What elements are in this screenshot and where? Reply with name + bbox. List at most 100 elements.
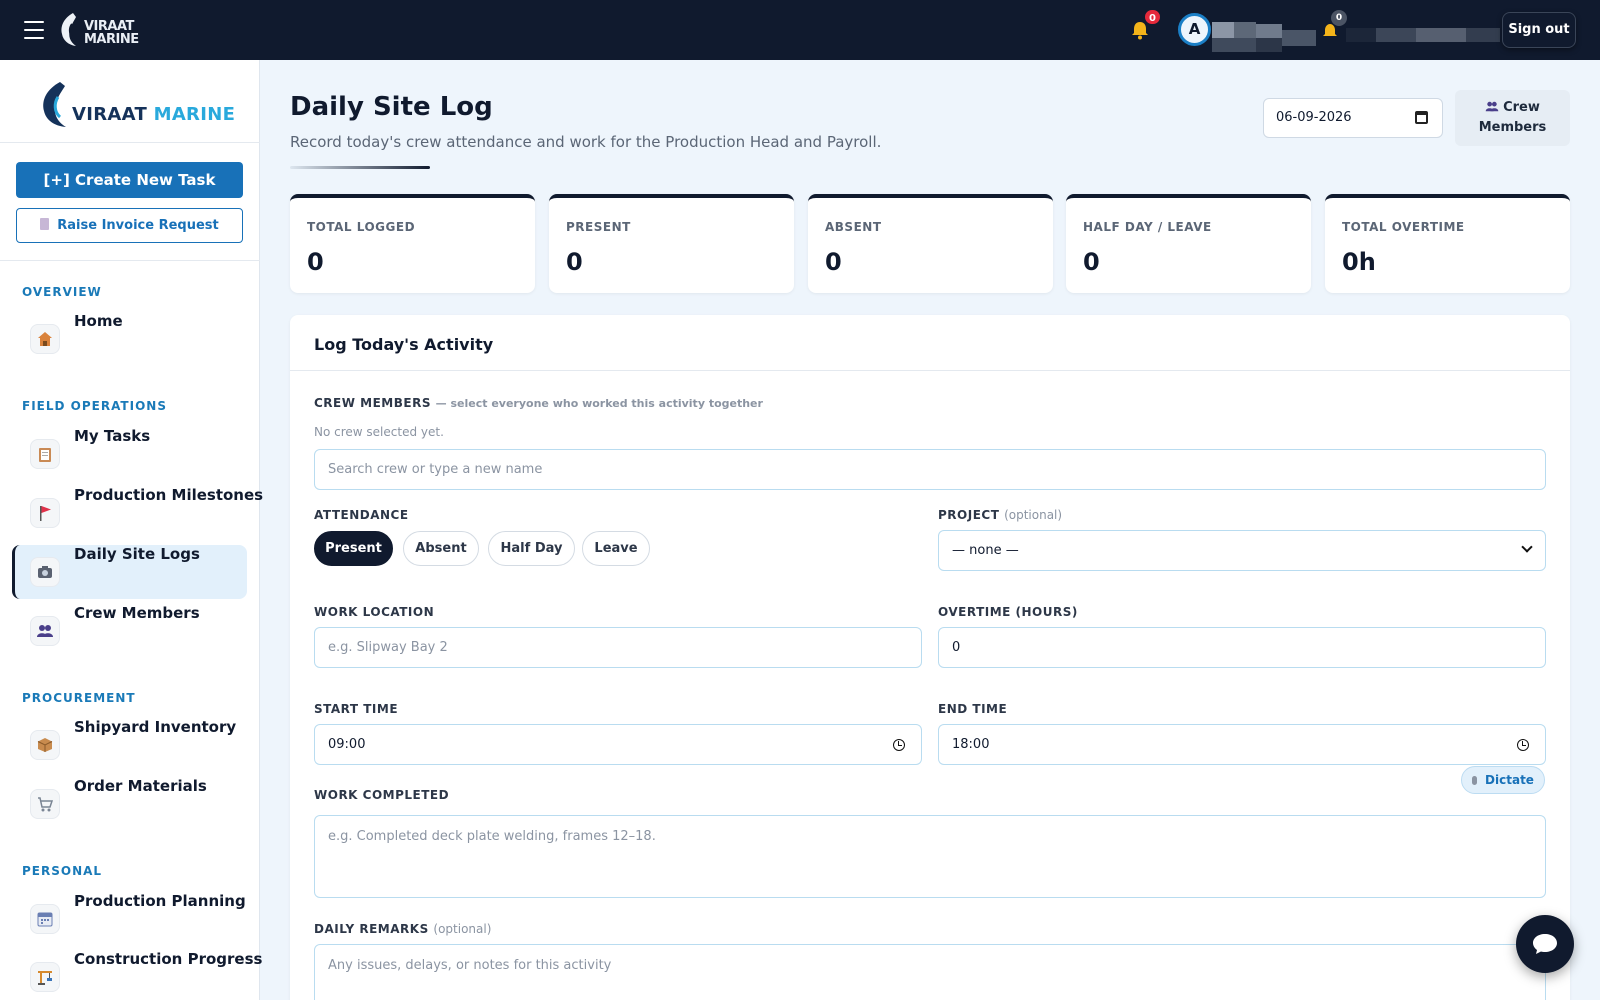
daily-remarks-textarea[interactable]: Any issues, delays, or notes for this ac… — [314, 944, 1546, 1000]
project-label: PROJECT (optional) — [938, 508, 1062, 522]
stat-value: 0h — [1342, 248, 1376, 276]
calendar-icon[interactable] — [1415, 111, 1428, 124]
crane-icon — [30, 962, 60, 992]
title-underline — [290, 166, 430, 169]
end-time-input[interactable]: 18:00 — [938, 724, 1546, 765]
sidebar-item-shipyard-inventory[interactable]: Shipyard Inventory — [12, 718, 247, 772]
crew-empty-message: No crew selected yet. — [314, 425, 444, 439]
sidebar-item-label: Crew Members — [74, 604, 200, 622]
end-time-label: END TIME — [938, 702, 1008, 716]
hamburger-menu-icon[interactable] — [24, 21, 44, 39]
dictate-button[interactable]: Dictate — [1461, 766, 1545, 794]
project-optional-text: (optional) — [1004, 508, 1063, 522]
people-icon — [30, 616, 60, 646]
work-completed-textarea[interactable]: e.g. Completed deck plate welding, frame… — [314, 815, 1546, 898]
sidebar-item-label: Shipyard Inventory — [74, 718, 237, 736]
sidebar-item-label: Home — [74, 312, 123, 330]
create-new-task-button[interactable]: [+] Create New Task — [16, 162, 243, 198]
clock-icon[interactable] — [893, 739, 905, 751]
logo-drop-icon — [43, 82, 66, 127]
dictate-label: Dictate — [1485, 773, 1534, 787]
divider — [0, 142, 260, 143]
divider — [0, 260, 260, 261]
brand-line-2: MARINE — [84, 32, 139, 47]
attendance-label: ATTENDANCE — [314, 508, 409, 522]
sidebar-item-construction-progress[interactable]: Construction Progress — [12, 950, 262, 1000]
sidebar-item-home[interactable]: Home — [12, 312, 247, 366]
chat-bubble-icon — [1533, 934, 1557, 954]
section-label-personal: PERSONAL — [22, 864, 103, 878]
sidebar-item-crew-members[interactable]: Crew Members — [12, 604, 247, 658]
chat-button[interactable] — [1516, 915, 1574, 973]
sidebar-item-label: My Tasks — [74, 427, 151, 445]
start-time-input[interactable]: 09:00 — [314, 724, 922, 765]
sidebar-item-label: Construction Progress — [74, 950, 263, 968]
brand-part-2: MARINE — [153, 104, 236, 125]
sign-out-button[interactable]: Sign out — [1502, 12, 1576, 48]
sidebar-item-production-milestones[interactable]: Production Milestones — [12, 486, 263, 540]
section-label-field-operations: FIELD OPERATIONS — [22, 399, 167, 413]
stat-label: ABSENT — [825, 220, 882, 234]
stat-card-half-day-leave: HALF DAY / LEAVE 0 — [1066, 194, 1311, 293]
cart-icon — [30, 789, 60, 819]
stat-card-absent: ABSENT 0 — [808, 194, 1053, 293]
clipboard-icon — [30, 439, 60, 469]
crew-label-text: CREW MEMBERS — [314, 396, 431, 410]
sidebar-item-label: Production Planning — [74, 892, 246, 910]
date-picker-input[interactable]: 06-09-2026 — [1263, 98, 1443, 138]
attendance-absent-button[interactable]: Absent — [403, 531, 479, 566]
stat-value: 0 — [1083, 248, 1100, 276]
sidebar-brand-logo[interactable]: VIRAAT MARINE — [40, 80, 235, 130]
daily-remarks-label: DAILY REMARKS (optional) — [314, 922, 491, 936]
sidebar-item-label: Order Materials — [74, 777, 207, 795]
stat-card-total-logged: TOTAL LOGGED 0 — [290, 194, 535, 293]
overtime-label: OVERTIME (HOURS) — [938, 605, 1078, 619]
stat-value: 0 — [825, 248, 842, 276]
clock-icon[interactable] — [1517, 739, 1529, 751]
logo-drop-icon — [61, 13, 76, 46]
remarks-label-text: DAILY REMARKS — [314, 922, 429, 936]
stat-label: PRESENT — [566, 220, 631, 234]
stat-value: 0 — [307, 248, 324, 276]
sidebar-item-my-tasks[interactable]: My Tasks — [12, 427, 247, 481]
crew-hint-text: — select everyone who worked this activi… — [435, 397, 763, 410]
crew-members-button[interactable]: Crew Members — [1455, 90, 1570, 146]
top-brand-logo[interactable]: VIRAAT MARINE — [60, 12, 150, 48]
microphone-icon — [1472, 776, 1478, 785]
brand-part-1: VIRAAT — [72, 104, 148, 125]
stat-value: 0 — [566, 248, 583, 276]
attendance-half-day-button[interactable]: Half Day — [488, 531, 575, 566]
raise-invoice-label: Raise Invoice Request — [57, 218, 219, 233]
end-time-value: 18:00 — [952, 737, 990, 752]
overtime-input[interactable]: 0 — [938, 627, 1546, 668]
project-label-text: PROJECT — [938, 508, 1000, 522]
project-select[interactable]: — none — — [938, 530, 1546, 571]
start-time-value: 09:00 — [328, 737, 366, 752]
secondary-count-badge: 0 — [1331, 10, 1347, 26]
work-location-label: WORK LOCATION — [314, 605, 435, 619]
attendance-present-button[interactable]: Present — [314, 531, 393, 566]
raise-invoice-request-button[interactable]: Raise Invoice Request — [16, 208, 243, 243]
stat-label: TOTAL LOGGED — [307, 220, 416, 234]
sidebar-brand-name: VIRAAT MARINE — [72, 104, 235, 125]
section-label-overview: OVERVIEW — [22, 285, 102, 299]
stat-card-present: PRESENT 0 — [549, 194, 794, 293]
user-avatar[interactable]: A — [1178, 13, 1211, 46]
sidebar: VIRAAT MARINE [+] Create New Task Raise … — [0, 60, 263, 1000]
work-location-input[interactable]: e.g. Slipway Bay 2 — [314, 627, 922, 668]
sidebar-item-label: Production Milestones — [74, 486, 264, 504]
date-value: 06-09-2026 — [1276, 110, 1352, 125]
crew-members-label: CREW MEMBERS — select everyone who worke… — [314, 396, 763, 410]
attendance-leave-button[interactable]: Leave — [582, 531, 650, 566]
work-completed-label: WORK COMPLETED — [314, 788, 450, 802]
crew-search-input[interactable]: Search crew or type a new name — [314, 449, 1546, 490]
calendar-icon — [30, 904, 60, 934]
crew-button-label-line1: Crew — [1503, 100, 1540, 115]
sidebar-item-order-materials[interactable]: Order Materials — [12, 777, 247, 831]
home-icon — [30, 324, 60, 354]
camera-icon — [30, 557, 60, 587]
sidebar-item-daily-site-logs[interactable]: Daily Site Logs — [12, 545, 247, 599]
sidebar-item-production-planning[interactable]: Production Planning — [12, 892, 247, 946]
project-selected-value: — none — — [952, 543, 1019, 558]
form-title: Log Today's Activity — [314, 335, 494, 354]
